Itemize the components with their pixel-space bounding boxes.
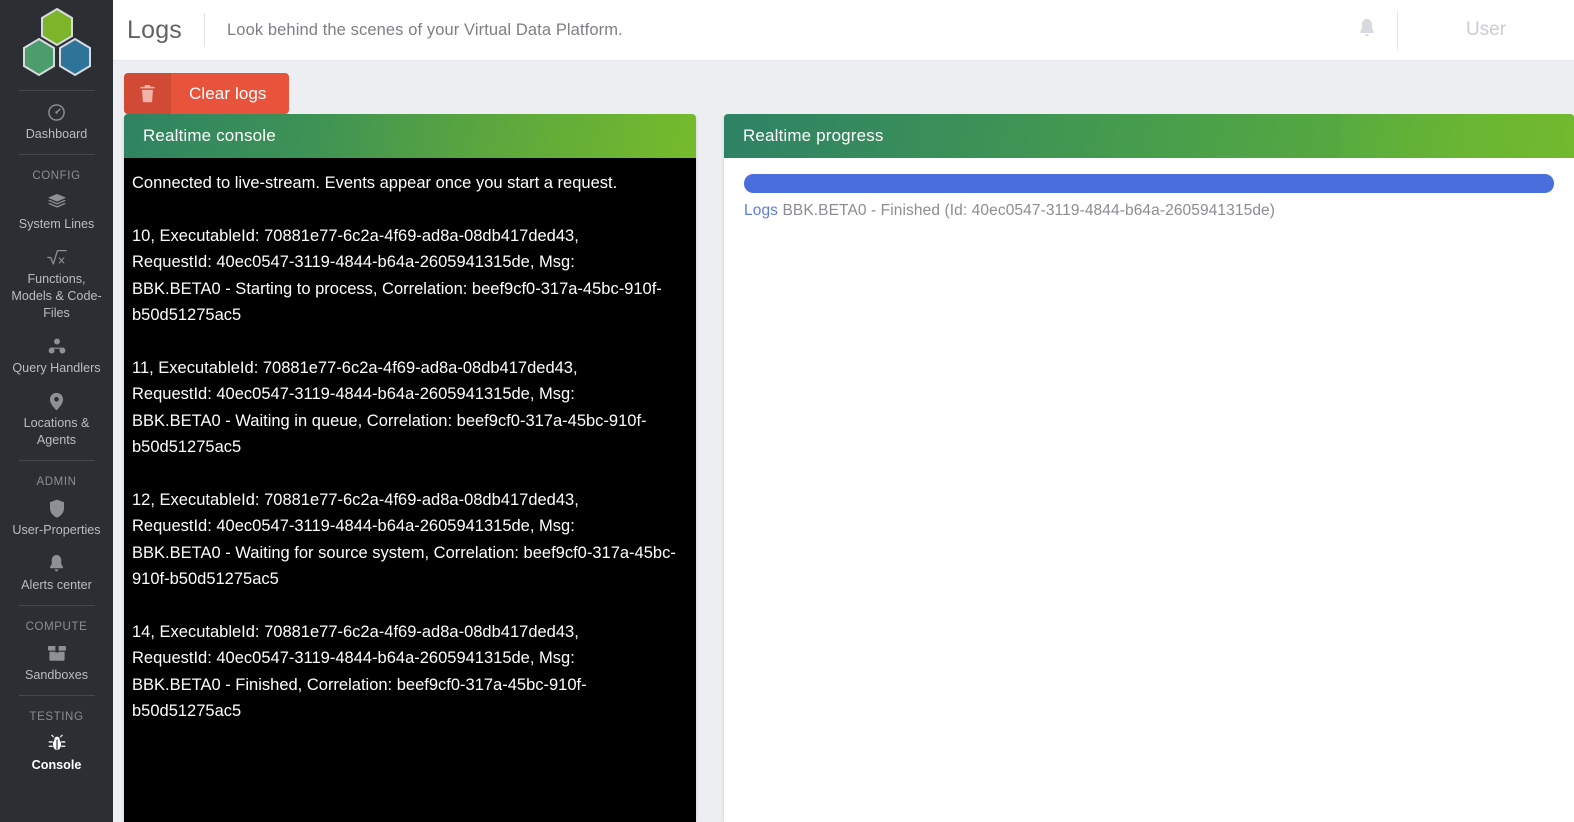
console-output[interactable]: Connected to live-stream. Events appear … <box>124 158 696 822</box>
sidebar-item-label: System Lines <box>7 216 107 233</box>
app-root: Dashboard CONFIG System Lines Fu <box>0 0 1574 822</box>
console-log-entry: 11, ExecutableId: 70881e77-6c2a-4f69-ad8… <box>132 355 682 461</box>
sidebar-divider-4 <box>19 695 95 696</box>
progress-bar <box>744 174 1554 193</box>
bell-icon <box>1358 18 1376 43</box>
realtime-progress-title: Realtime progress <box>743 126 884 146</box>
sidebar-item-console[interactable]: Console <box>0 726 113 781</box>
console-log-line: RequestId: 40ec0547-3119-4844-b64a-26059… <box>132 645 682 672</box>
console-log-entry: 12, ExecutableId: 70881e77-6c2a-4f69-ad8… <box>132 487 682 593</box>
shield-icon <box>49 497 65 519</box>
sidebar-item-label: Functions, Models & Code-Files <box>7 271 107 322</box>
clear-logs-label: Clear logs <box>171 73 289 114</box>
sidebar-item-label: Alerts center <box>7 577 107 594</box>
sidebar: Dashboard CONFIG System Lines Fu <box>0 0 113 822</box>
page-subtitle: Look behind the scenes of your Virtual D… <box>205 21 623 40</box>
sidebar-item-sandboxes[interactable]: Sandboxes <box>0 636 113 691</box>
sidebar-item-alerts-center[interactable]: Alerts center <box>0 546 113 601</box>
sidebar-section-compute: COMPUTE <box>26 621 88 633</box>
console-log-line: RequestId: 40ec0547-3119-4844-b64a-26059… <box>132 381 682 408</box>
console-log-line: BBK.BETA0 - Waiting for source system, C… <box>132 540 682 593</box>
console-log-line: 12, ExecutableId: 70881e77-6c2a-4f69-ad8… <box>132 487 682 514</box>
sidebar-item-label: User-Properties <box>7 522 107 539</box>
realtime-console-panel: Realtime console Connected to live-strea… <box>124 114 696 822</box>
toolbar: Clear logs <box>113 61 1574 114</box>
sidebar-item-label: Sandboxes <box>7 667 107 684</box>
console-intro-line: Connected to live-stream. Events appear … <box>132 170 682 197</box>
sidebar-item-label: Locations & Agents <box>7 415 107 449</box>
sidebar-divider-1 <box>19 154 95 155</box>
console-log-entry: 10, ExecutableId: 70881e77-6c2a-4f69-ad8… <box>132 223 682 329</box>
map-pin-icon <box>49 390 64 412</box>
layers-icon <box>47 191 67 213</box>
console-log-entry: 14, ExecutableId: 70881e77-6c2a-4f69-ad8… <box>132 619 682 725</box>
realtime-console-title: Realtime console <box>143 126 276 146</box>
console-log-line: BBK.BETA0 - Starting to process, Correla… <box>132 276 682 329</box>
console-log-line: BBK.BETA0 - Waiting in queue, Correlatio… <box>132 408 682 461</box>
progress-caption-link[interactable]: Logs <box>744 202 778 219</box>
notifications-button[interactable] <box>1337 18 1397 43</box>
progress-caption-text: BBK.BETA0 - Finished (Id: 40ec0547-3119-… <box>782 202 1275 219</box>
console-log-line: RequestId: 40ec0547-3119-4844-b64a-26059… <box>132 249 682 276</box>
sidebar-item-functions-models-code-files[interactable]: Functions, Models & Code-Files <box>0 240 113 329</box>
gauge-icon <box>47 101 66 123</box>
console-log-line: 14, ExecutableId: 70881e77-6c2a-4f69-ad8… <box>132 619 682 646</box>
sidebar-divider-2 <box>19 460 95 461</box>
sidebar-item-label: Console <box>7 757 107 774</box>
realtime-progress-header: Realtime progress <box>724 114 1574 158</box>
realtime-console-header: Realtime console <box>124 114 696 158</box>
sidebar-divider-top <box>19 90 95 91</box>
console-log-line: BBK.BETA0 - Finished, Correlation: beef9… <box>132 672 682 725</box>
top-bar: Logs Look behind the scenes of your Virt… <box>113 0 1574 61</box>
sidebar-item-locations-agents[interactable]: Locations & Agents <box>0 384 113 456</box>
console-log-line: 11, ExecutableId: 70881e77-6c2a-4f69-ad8… <box>132 355 682 382</box>
sidebar-item-label: Dashboard <box>7 126 107 143</box>
sidebar-item-system-lines[interactable]: System Lines <box>0 185 113 240</box>
main-area: Logs Look behind the scenes of your Virt… <box>113 0 1574 822</box>
realtime-progress-panel: Realtime progress Logs BBK.BETA0 - Finis… <box>724 114 1574 822</box>
page-title: Logs <box>113 16 204 45</box>
panels-container: Realtime console Connected to live-strea… <box>113 114 1574 822</box>
console-log-line: RequestId: 40ec0547-3119-4844-b64a-26059… <box>132 513 682 540</box>
vdp-hexagon-logo <box>18 7 96 79</box>
trash-icon <box>124 73 171 114</box>
sidebar-section-testing: TESTING <box>29 711 83 723</box>
progress-caption: Logs BBK.BETA0 - Finished (Id: 40ec0547-… <box>744 202 1554 220</box>
sidebar-item-query-handlers[interactable]: Query Handlers <box>0 329 113 384</box>
nodes-icon <box>47 335 67 357</box>
sidebar-section-config: CONFIG <box>32 170 80 182</box>
bug-icon <box>47 732 67 754</box>
clear-logs-button[interactable]: Clear logs <box>124 73 289 114</box>
sidebar-item-user-properties[interactable]: User-Properties <box>0 491 113 546</box>
sqrt-x-icon <box>46 246 68 268</box>
bell-icon <box>48 552 65 574</box>
user-label: User <box>1466 19 1506 41</box>
sidebar-section-admin: ADMIN <box>36 476 76 488</box>
sidebar-item-dashboard[interactable]: Dashboard <box>0 95 113 150</box>
box-icon <box>47 642 67 664</box>
console-log-line: 10, ExecutableId: 70881e77-6c2a-4f69-ad8… <box>132 223 682 250</box>
logo-container[interactable] <box>0 0 113 86</box>
progress-bar-fill <box>744 174 1554 193</box>
progress-content: Logs BBK.BETA0 - Finished (Id: 40ec0547-… <box>724 158 1574 822</box>
sidebar-item-label: Query Handlers <box>7 360 107 377</box>
sidebar-divider-3 <box>19 605 95 606</box>
user-menu[interactable]: User <box>1398 19 1574 41</box>
